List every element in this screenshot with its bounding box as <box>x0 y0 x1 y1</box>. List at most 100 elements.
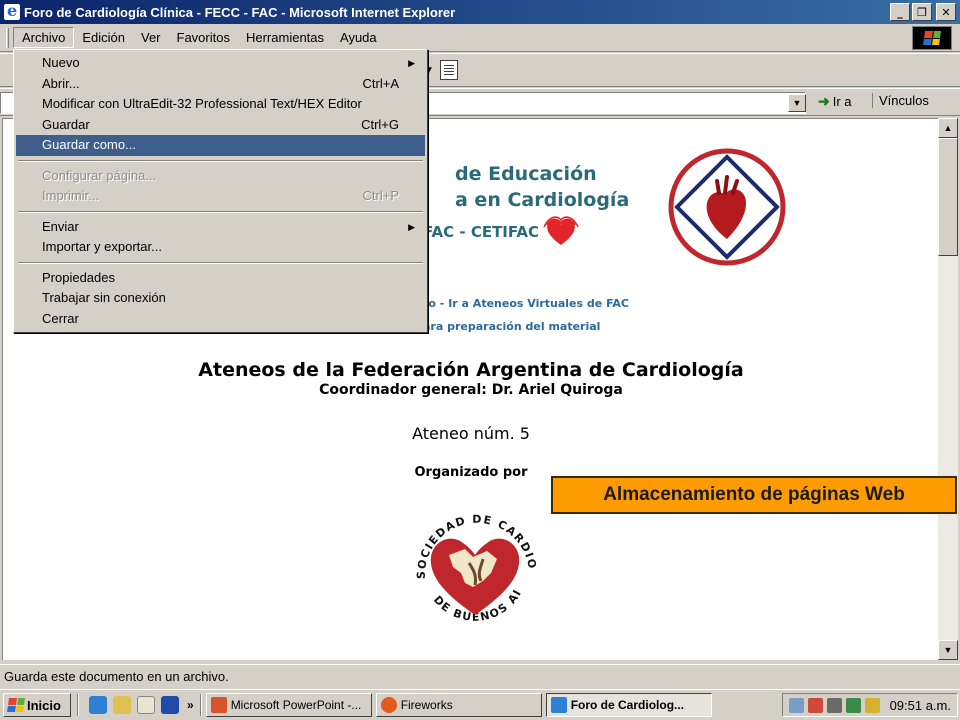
menu-item-shortcut: Ctrl+P <box>362 188 399 203</box>
title-bar: Foro de Cardiología Clínica - FECC - FAC… <box>0 0 960 24</box>
menu-herramientas[interactable]: Herramientas <box>238 28 332 47</box>
menu-item-shortcut: Ctrl+A <box>362 75 399 91</box>
taskbar-divider <box>199 694 202 716</box>
word-icon[interactable] <box>161 696 179 714</box>
link-preparacion-material[interactable]: ara preparación del material <box>423 320 600 333</box>
network-icon[interactable] <box>788 697 804 713</box>
menu-item-enviar[interactable]: Enviar ▶ <box>16 217 425 238</box>
menu-item-label: Guardar como... <box>42 137 136 152</box>
menu-edicion[interactable]: Edición <box>74 28 133 47</box>
go-arrow-icon: ➜ <box>818 93 830 109</box>
menu-item-ultraedit[interactable]: Modificar con UltraEdit-32 Professional … <box>16 94 425 115</box>
fac-heart-seal-logo <box>668 148 786 266</box>
edit-page-icon[interactable] <box>439 60 458 80</box>
windows-logo-icon <box>912 26 952 50</box>
edu-line-2: a en Cardiología <box>455 189 630 211</box>
menu-item-label: Importar y exportar... <box>42 239 162 254</box>
coordinator-line: Coordinador general: Dr. Ariel Quiroga <box>319 382 623 398</box>
sociedad-cardiologia-logo: SOCIEDAD DE CARDIOLOGIA DE BUENOS AIRES <box>403 497 538 624</box>
task-powerpoint[interactable]: Microsoft PowerPoint -... <box>205 693 372 717</box>
cetifac-label: FAC - CETIFAC <box>423 223 540 241</box>
menu-archivo[interactable]: Archivo <box>13 27 75 48</box>
menu-item-configurar-pagina: Configurar página... <box>16 166 425 187</box>
notepad-icon[interactable] <box>137 696 155 714</box>
archivo-menu: Nuevo ▶ Abrir... Ctrl+A Modificar con Ul… <box>13 49 428 333</box>
menu-item-abrir[interactable]: Abrir... Ctrl+A <box>16 74 425 95</box>
task-label: Fireworks <box>400 698 453 712</box>
submenu-arrow-icon: ▶ <box>408 221 415 232</box>
edu-line-1: de Educación <box>455 163 597 185</box>
start-button[interactable]: Inicio <box>3 693 71 717</box>
go-button[interactable]: ➜ Ir a <box>818 93 852 110</box>
link-ateneos-virtuales[interactable]: ro - Ir a Ateneos Virtuales de FAC <box>423 297 629 310</box>
menu-item-label: Abrir... <box>42 75 80 91</box>
menu-item-label: Enviar <box>42 218 79 234</box>
menu-item-label: Guardar <box>42 116 90 132</box>
quicklaunch-more[interactable]: » <box>187 698 194 712</box>
system-tray: 09:51 a.m. <box>781 693 958 717</box>
powerpoint-icon <box>210 697 227 713</box>
task-ie-foro[interactable]: Foro de Cardiolog... <box>545 693 712 717</box>
menu-item-label: Imprimir... <box>42 188 100 203</box>
menu-item-label: Trabajar sin conexión <box>42 290 166 305</box>
menu-favoritos[interactable]: Favoritos <box>169 28 238 47</box>
ie-icon <box>4 1 20 20</box>
go-label: Ir a <box>832 94 852 109</box>
submenu-arrow-icon: ▶ <box>408 58 415 68</box>
explorer-icon[interactable] <box>113 696 131 714</box>
address-dropdown-button[interactable]: ▼ <box>788 94 806 112</box>
antivirus-icon[interactable] <box>807 697 823 713</box>
menu-item-importar-exportar[interactable]: Importar y exportar... <box>16 237 425 258</box>
links-button[interactable]: Vínculos <box>872 93 929 108</box>
display-icon[interactable] <box>845 697 861 713</box>
quick-launch: » <box>89 696 194 714</box>
menu-item-label: Configurar página... <box>42 167 157 183</box>
start-label: Inicio <box>27 697 61 713</box>
status-bar: Guarda este documento en un archivo. <box>0 664 960 688</box>
menu-separator <box>16 156 425 166</box>
task-fireworks[interactable]: Fireworks <box>375 693 542 717</box>
menu-item-label: Nuevo <box>42 55 80 70</box>
clock: 09:51 a.m. <box>889 697 951 713</box>
menu-item-trabajar-sin-conexion[interactable]: Trabajar sin conexión <box>16 288 425 309</box>
menu-item-guardar[interactable]: Guardar Ctrl+G <box>16 115 425 136</box>
ie-quicklaunch-icon[interactable] <box>89 696 107 714</box>
scroll-thumb[interactable] <box>938 138 958 256</box>
menu-ver[interactable]: Ver <box>133 28 169 47</box>
window-title: Foro de Cardiología Clínica - FECC - FAC… <box>24 4 456 20</box>
header-education-title: de Educación a en Cardiología <box>455 161 629 213</box>
menu-item-label: Cerrar <box>42 310 79 326</box>
menu-item-shortcut: Ctrl+G <box>361 116 399 132</box>
window-controls: _ ❐ ✕ <box>890 3 956 21</box>
menu-item-nuevo[interactable]: Nuevo ▶ <box>16 53 425 74</box>
task-label: Foro de Cardiolog... <box>570 698 685 712</box>
scroll-up-button[interactable]: ▲ <box>938 118 958 138</box>
ie-icon <box>550 697 567 713</box>
menu-ayuda[interactable]: Ayuda <box>332 28 385 47</box>
toolbar-visible-icons: ▼ <box>424 60 458 80</box>
main-title: Ateneos de la Federación Argentina de Ca… <box>198 359 744 381</box>
vertical-scrollbar[interactable]: ▲ ▼ <box>938 118 958 660</box>
volume-icon[interactable] <box>826 697 842 713</box>
taskbar: Inicio » Microsoft PowerPoint -... Firew… <box>0 689 960 720</box>
scroll-down-button[interactable]: ▼ <box>938 640 958 660</box>
menubar-grip <box>6 27 9 48</box>
menu-bar: Archivo Edición Ver Favoritos Herramient… <box>0 24 960 52</box>
taskbar-divider <box>77 694 79 716</box>
callout-label: Almacenamiento de páginas Web <box>551 476 957 514</box>
ateneo-number: Ateneo núm. 5 <box>412 424 530 443</box>
menu-separator <box>16 207 425 217</box>
menu-item-guardar-como[interactable]: Guardar como... <box>16 135 425 156</box>
printer-icon[interactable] <box>864 697 880 713</box>
hearts-logo-icon <box>543 216 579 245</box>
menu-item-label: Propiedades <box>42 269 115 285</box>
fireworks-icon <box>380 697 397 713</box>
windows-flag-icon <box>7 698 25 712</box>
menu-item-propiedades[interactable]: Propiedades <box>16 268 425 289</box>
menu-item-cerrar[interactable]: Cerrar <box>16 309 425 330</box>
close-button[interactable]: ✕ <box>936 3 956 21</box>
minimize-button[interactable]: _ <box>890 3 910 21</box>
task-label: Microsoft PowerPoint -... <box>230 698 362 712</box>
menu-item-label: Modificar con UltraEdit-32 Professional … <box>42 96 362 111</box>
maximize-button[interactable]: ❐ <box>912 3 932 21</box>
